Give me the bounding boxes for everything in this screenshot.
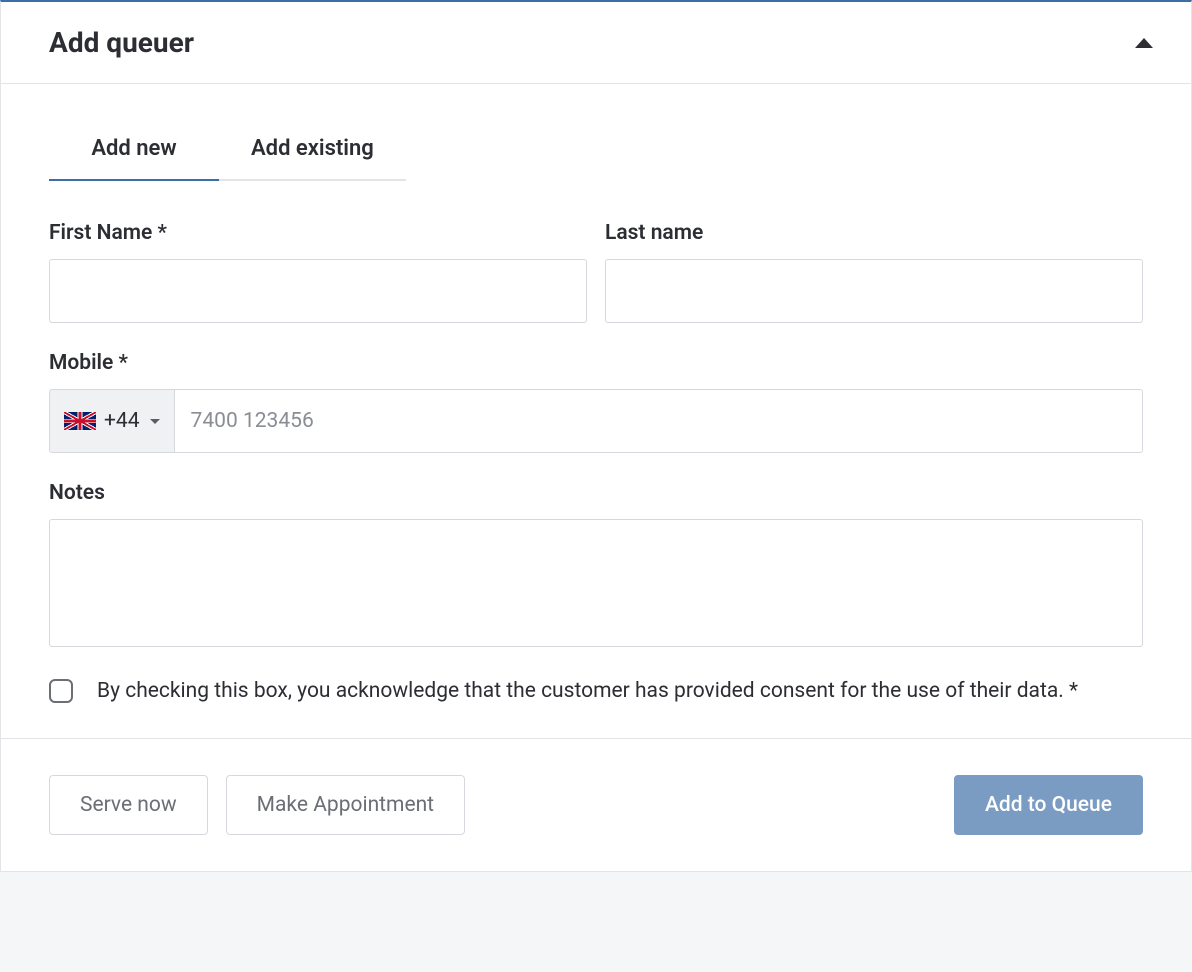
- last-name-col: Last name: [605, 221, 1143, 323]
- mobile-label: Mobile *: [49, 351, 1143, 375]
- uk-flag-icon: [64, 412, 96, 430]
- last-name-label: Last name: [605, 221, 1143, 245]
- chevron-up-icon[interactable]: [1135, 38, 1153, 48]
- tabs: Add new Add existing: [49, 124, 1143, 181]
- notes-col: Notes: [49, 481, 1143, 647]
- dial-code: +44: [104, 409, 140, 433]
- make-appointment-button[interactable]: Make Appointment: [226, 775, 465, 835]
- mobile-col: Mobile * +44: [49, 351, 1143, 453]
- tab-add-existing[interactable]: Add existing: [219, 124, 406, 181]
- panel-body: Add new Add existing First Name * Last n…: [1, 84, 1191, 738]
- last-name-input[interactable]: [605, 259, 1143, 323]
- mobile-input-wrap: +44: [49, 389, 1143, 453]
- first-name-input[interactable]: [49, 259, 587, 323]
- tab-add-new[interactable]: Add new: [49, 124, 219, 181]
- add-to-queue-button[interactable]: Add to Queue: [954, 775, 1143, 835]
- notes-row: Notes: [49, 481, 1143, 647]
- mobile-row: Mobile * +44: [49, 351, 1143, 453]
- consent-checkbox[interactable]: [49, 679, 73, 703]
- notes-input[interactable]: [49, 519, 1143, 647]
- name-row: First Name * Last name: [49, 221, 1143, 323]
- country-code-selector[interactable]: +44: [50, 390, 175, 452]
- serve-now-button[interactable]: Serve now: [49, 775, 208, 835]
- first-name-label: First Name *: [49, 221, 587, 245]
- notes-label: Notes: [49, 481, 1143, 505]
- consent-text: By checking this box, you acknowledge th…: [97, 675, 1078, 708]
- panel-header: Add queuer: [1, 2, 1191, 84]
- mobile-input[interactable]: [175, 390, 1142, 452]
- first-name-col: First Name *: [49, 221, 587, 323]
- consent-row: By checking this box, you acknowledge th…: [49, 675, 1143, 708]
- footer-left: Serve now Make Appointment: [49, 775, 465, 835]
- add-queuer-panel: Add queuer Add new Add existing First Na…: [0, 0, 1192, 872]
- panel-footer: Serve now Make Appointment Add to Queue: [1, 738, 1191, 871]
- chevron-down-icon: [150, 419, 160, 424]
- panel-title: Add queuer: [49, 26, 194, 59]
